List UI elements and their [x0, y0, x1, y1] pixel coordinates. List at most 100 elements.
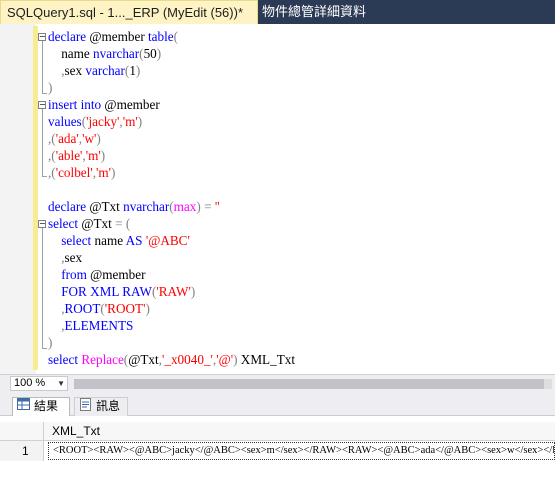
code-token: @Txt [128, 352, 159, 367]
code-token: ) [100, 148, 106, 163]
code-line[interactable]: name nvarchar(50) [48, 45, 295, 62]
tab-results[interactable]: 結果 [12, 397, 70, 416]
code-token: 'jacky' [86, 114, 120, 129]
code-token: '' [214, 199, 220, 214]
zoom-dropdown[interactable]: 100 % ▼ [10, 376, 68, 391]
message-icon [79, 398, 92, 416]
change-tracking-bar [33, 26, 38, 370]
code-token: @Txt [89, 199, 124, 214]
code-line[interactable]: ) [48, 334, 295, 351]
code-line[interactable]: ) [48, 79, 295, 96]
grid-header: XML_Txt [0, 422, 555, 441]
code-token: 'm' [95, 165, 111, 180]
collapse-toggle-declare[interactable]: − [38, 33, 46, 41]
code-token: ,( [48, 131, 56, 146]
fold-end-select [42, 348, 47, 349]
code-token: sex [64, 63, 86, 78]
code-token: ) [111, 165, 116, 180]
code-line[interactable]: ,sex [48, 249, 295, 266]
code-line[interactable]: declare @member table( [48, 28, 295, 45]
query-editor[interactable]: − − − declare @member table( name nvarch… [0, 24, 555, 374]
fold-line-declare [42, 41, 43, 93]
code-token: ( [173, 29, 179, 44]
code-token: sex [64, 250, 83, 265]
code-line[interactable]: select @Txt = ( [48, 215, 295, 232]
tab-sqlquery1[interactable]: SQLQuery1.sql - 1..._ERP (MyEdit (56))* [0, 0, 258, 24]
code-token: declare [48, 199, 90, 214]
row-number-header[interactable] [0, 422, 44, 440]
code-token: insert into [48, 97, 105, 112]
sql-code[interactable]: declare @member table( name nvarchar(50)… [48, 28, 295, 368]
code-line[interactable]: FOR XML RAW('RAW') [48, 283, 295, 300]
code-token: ,( [48, 148, 56, 163]
code-token: ELEMENTS [64, 318, 134, 333]
code-token: select [48, 233, 95, 248]
code-token: ) [233, 352, 241, 367]
code-token: Replace [81, 352, 124, 367]
collapse-toggle-select[interactable]: − [38, 220, 46, 228]
zoom-value: 100 % [14, 377, 46, 389]
code-token: ) [137, 114, 143, 129]
code-token: @member [90, 267, 146, 282]
code-line[interactable]: select Replace(@Txt,'_x0040_','@') XML_T… [48, 351, 295, 368]
code-token: '@' [216, 352, 234, 367]
code-token: nvarchar [93, 46, 140, 61]
code-token: XML_Txt [240, 352, 296, 367]
code-line[interactable]: ,ELEMENTS [48, 317, 295, 334]
code-token: 'RAW' [156, 284, 191, 299]
code-line[interactable]: declare @Txt nvarchar(max) = '' [48, 198, 295, 215]
code-line[interactable]: ,('colbel','m') [48, 164, 295, 181]
results-grid[interactable]: XML_Txt 1 <ROOT><RAW><@ABC>jacky</@ABC><… [0, 416, 555, 496]
code-token: ) [156, 46, 162, 61]
code-token: 'colbel' [55, 165, 93, 180]
horizontal-scrollbar[interactable] [74, 379, 552, 389]
chevron-down-icon[interactable]: ▼ [57, 377, 65, 390]
tab-messages-label: 訊息 [96, 399, 121, 414]
code-line[interactable]: ,('ada','w') [48, 130, 295, 147]
grid-icon [17, 398, 30, 415]
column-header-xml-txt[interactable]: XML_Txt [52, 422, 100, 440]
tab-object-explorer-details[interactable]: 物件總管詳細資料 [262, 0, 366, 24]
code-token: FOR XML RAW [48, 284, 152, 299]
code-token: table [148, 29, 174, 44]
fold-end-insert [42, 176, 47, 177]
code-token: ) [96, 131, 101, 146]
code-line[interactable] [48, 181, 295, 198]
code-token: ROOT [64, 301, 101, 316]
code-line[interactable]: insert into @member [48, 96, 295, 113]
code-line[interactable]: ,ROOT('ROOT') [48, 300, 295, 317]
code-token: from [48, 267, 91, 282]
collapse-toggle-insert[interactable]: − [38, 101, 46, 109]
code-token: 'm' [122, 114, 138, 129]
fold-end-declare [42, 93, 47, 94]
code-token: declare [48, 29, 90, 44]
fold-line-select [42, 228, 43, 348]
code-token: 'w' [82, 131, 97, 146]
code-line[interactable]: ,sex varchar(1) [48, 62, 295, 79]
table-row[interactable]: 1 <ROOT><RAW><@ABC>jacky</@ABC><sex>m</s… [0, 441, 555, 461]
code-token: values [48, 114, 82, 129]
code-token: nvarchar [123, 199, 170, 214]
editor-status-bar: 100 % ▼ [0, 374, 555, 392]
code-token: ) [48, 80, 53, 95]
xml-txt-cell[interactable]: <ROOT><RAW><@ABC>jacky</@ABC><sex>m</sex… [48, 442, 555, 460]
code-token: 'able' [55, 148, 83, 163]
code-token: 'ROOT' [104, 301, 146, 316]
tab-messages[interactable]: 訊息 [74, 397, 128, 416]
code-token: ) [145, 301, 150, 316]
code-line[interactable]: values('jacky','m') [48, 113, 295, 130]
code-token: select [48, 352, 82, 367]
fold-line-insert [42, 109, 43, 176]
scrollbar-thumb[interactable] [74, 379, 544, 389]
code-line[interactable]: select name AS '@ABC' [48, 232, 295, 249]
editor-gutter [0, 24, 36, 374]
code-line[interactable]: ,('able','m') [48, 147, 295, 164]
code-line[interactable]: from @member [48, 266, 295, 283]
code-token: ) [190, 284, 196, 299]
row-number[interactable]: 1 [0, 441, 44, 461]
code-token: varchar [85, 63, 125, 78]
code-token: 'ada' [55, 131, 79, 146]
document-tab-strip: SQLQuery1.sql - 1..._ERP (MyEdit (56))* … [0, 0, 555, 24]
